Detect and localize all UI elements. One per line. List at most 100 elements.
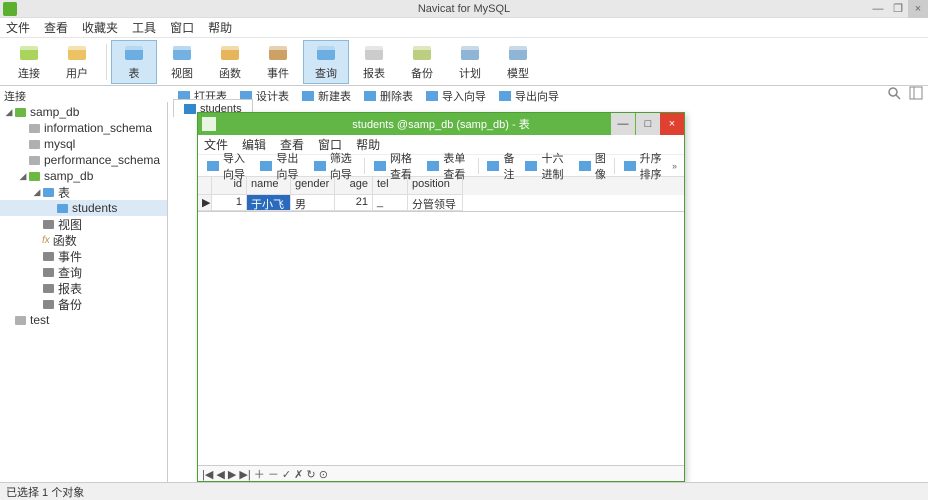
maximize-button[interactable]: ❐	[888, 0, 908, 18]
schedule-icon	[459, 42, 481, 64]
column-header[interactable]: gender	[291, 177, 335, 195]
table-button[interactable]: 表	[111, 40, 157, 84]
grid-header[interactable]: idnamegenderagetelposition	[198, 177, 684, 195]
model-icon	[507, 42, 529, 64]
overflow-icon[interactable]: »	[672, 161, 677, 171]
column-header[interactable]: tel	[373, 177, 408, 195]
grid-nav-bar[interactable]: |◀ ◀ ▶ ▶| ＋ － ✓ ✗ ↻ ⊙	[198, 465, 684, 481]
tree-label: test	[30, 313, 49, 327]
view-button[interactable]: 视图	[159, 40, 205, 84]
tree-item[interactable]: ◢ samp_db	[0, 168, 167, 184]
user-button[interactable]: 用户	[54, 40, 100, 84]
close-button[interactable]: ×	[908, 0, 928, 18]
inner-maximize-button[interactable]: □	[636, 113, 660, 135]
tree-item[interactable]: mysql	[0, 136, 167, 152]
hex-button[interactable]: 十六进制	[520, 150, 571, 182]
tree-label: 表	[58, 184, 70, 201]
tree-twisty[interactable]: ◢	[18, 171, 28, 182]
menu-item[interactable]: 收藏夹	[82, 19, 118, 36]
column-header[interactable]: id	[212, 177, 247, 195]
tree-label: students	[72, 201, 117, 215]
tree-twisty[interactable]: ◢	[4, 107, 14, 118]
model-button[interactable]: 模型	[495, 40, 541, 84]
cell[interactable]: 分管领导	[408, 195, 463, 211]
data-grid[interactable]: idnamegenderagetelposition ▶1于小飞男21_分管领导	[198, 177, 684, 212]
cell[interactable]: 于小飞	[247, 195, 291, 211]
btn-label: 备注	[503, 150, 514, 182]
table-icon	[184, 104, 196, 114]
cell[interactable]: 男	[291, 195, 335, 211]
menu-item[interactable]: 窗口	[170, 19, 194, 36]
tree-label: 报表	[58, 280, 82, 297]
column-header[interactable]: name	[247, 177, 291, 195]
tree-item[interactable]: information_schema	[0, 120, 167, 136]
inner-title-bar[interactable]: students @samp_db (samp_db) - 表 — □ ×	[198, 113, 684, 135]
ribbon-label: 计划	[459, 65, 481, 81]
tree-item[interactable]: 报表	[0, 280, 167, 296]
tree-item[interactable]: students	[0, 200, 167, 216]
grid-body[interactable]: ▶1于小飞男21_分管领导	[198, 195, 684, 211]
tree-item[interactable]: 视图	[0, 216, 167, 232]
query-icon	[315, 42, 337, 64]
tree-item[interactable]: ◢表	[0, 184, 167, 200]
sort-asc-button[interactable]: 升序排序	[619, 150, 670, 182]
query-button[interactable]: 查询	[303, 40, 349, 84]
ribbon-label: 查询	[315, 65, 337, 81]
menu-item[interactable]: 工具	[132, 19, 156, 36]
inner-close-button[interactable]: ×	[660, 113, 684, 135]
tree-label: samp_db	[44, 169, 93, 183]
inner-title: students @samp_db (samp_db) - 表	[352, 116, 529, 132]
cell[interactable]: ▶	[198, 195, 212, 211]
tree-label: samp_db	[30, 105, 79, 119]
tree-item[interactable]: 查询	[0, 264, 167, 280]
inner-minimize-button[interactable]: —	[611, 113, 635, 135]
cell[interactable]: 1	[212, 195, 247, 211]
tree-item[interactable]: performance_schema	[0, 152, 167, 168]
plug-button[interactable]: 连接	[6, 40, 52, 84]
menu-item[interactable]: 查看	[44, 19, 68, 36]
ribbon-label: 模型	[507, 65, 529, 81]
tree-twisty[interactable]: ◢	[32, 187, 42, 198]
cell[interactable]: 21	[335, 195, 373, 211]
tree-item[interactable]: fx函数	[0, 232, 167, 248]
window-controls: — ❐ ×	[868, 0, 928, 18]
event-button[interactable]: 事件	[255, 40, 301, 84]
function-button[interactable]: 函数	[207, 40, 253, 84]
table-data-window: students @samp_db (samp_db) - 表 — □ × 文件…	[197, 112, 685, 482]
ribbon-label: 用户	[66, 65, 88, 81]
form-icon	[426, 159, 440, 173]
status-bar: 已选择 1 个对象	[0, 482, 928, 500]
tree-item[interactable]: test	[0, 312, 167, 328]
backup-button[interactable]: 备份	[399, 40, 445, 84]
app-title: Navicat for MySQL	[418, 3, 510, 15]
view-icon	[171, 42, 193, 64]
image-button[interactable]: 图像	[574, 150, 610, 182]
tree-item[interactable]: 备份	[0, 296, 167, 312]
ribbon-label: 报表	[363, 65, 385, 81]
table-icon	[123, 42, 145, 64]
tree-item[interactable]: 事件	[0, 248, 167, 264]
tree-label: mysql	[44, 137, 75, 151]
btn-label: 图像	[595, 150, 606, 182]
minimize-button[interactable]: —	[868, 0, 888, 18]
menu-item[interactable]: 文件	[6, 19, 30, 36]
connection-tree[interactable]: ◢samp_dbinformation_schemamysqlperforman…	[0, 102, 168, 482]
column-header[interactable]	[198, 177, 212, 195]
schedule-button[interactable]: 计划	[447, 40, 493, 84]
tree-item[interactable]: ◢ samp_db	[0, 104, 167, 120]
separator	[478, 158, 479, 174]
column-header[interactable]: position	[408, 177, 463, 195]
report-button[interactable]: 报表	[351, 40, 397, 84]
app-icon	[3, 2, 17, 16]
btn-label: 十六进制	[541, 150, 567, 182]
user-icon	[66, 42, 88, 64]
column-header[interactable]: age	[335, 177, 373, 195]
import-icon	[206, 159, 220, 173]
memo-button[interactable]: 备注	[482, 150, 518, 182]
table-row[interactable]: ▶1于小飞男21_分管领导	[198, 195, 684, 211]
tree-label: 视图	[58, 216, 82, 233]
function-icon	[219, 42, 241, 64]
cell[interactable]: _	[373, 195, 408, 211]
menu-item[interactable]: 帮助	[208, 19, 232, 36]
memo-icon	[486, 159, 500, 173]
